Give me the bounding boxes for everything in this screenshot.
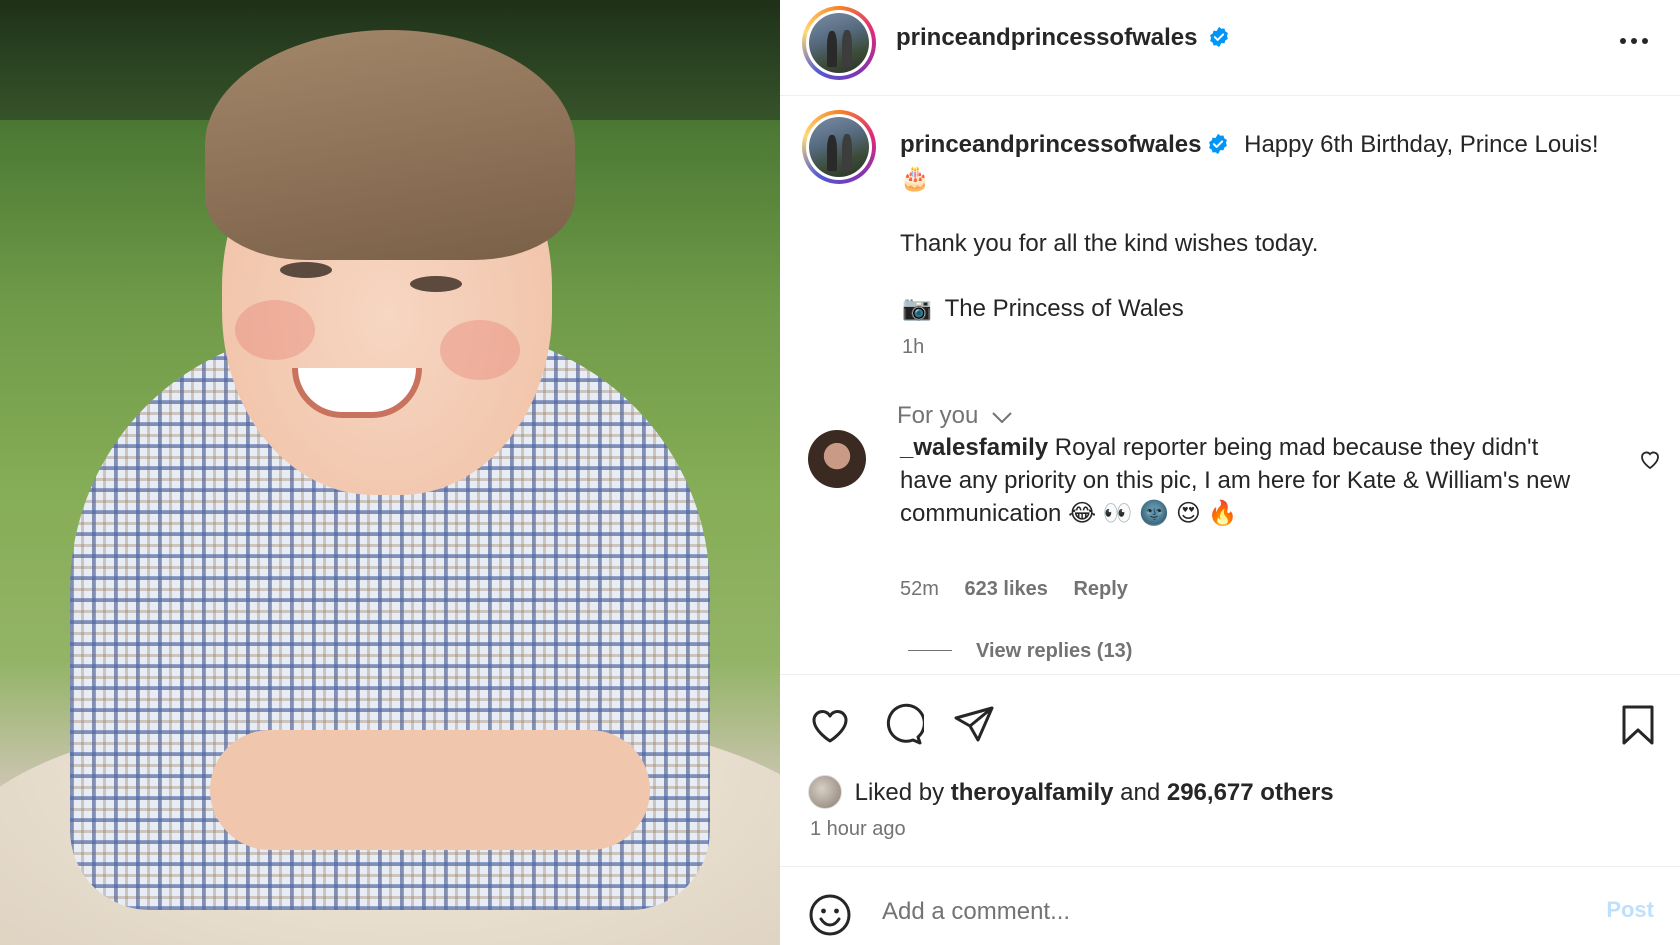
photo-credit: The Princess of Wales (944, 295, 1184, 322)
comment-meta: 52m 623 likes Reply (900, 578, 1148, 601)
caption-text: princeandprincessofwales Happy 6th Birth… (900, 128, 1640, 196)
photo-arm (210, 730, 650, 850)
header-username[interactable]: princeandprincessofwales (896, 24, 1197, 51)
liked-by-others[interactable]: 296,677 others (1167, 779, 1334, 806)
caption-line-thanks: Thank you for all the kind wishes today. (900, 230, 1319, 257)
post-timestamp[interactable]: 1 hour ago (810, 818, 906, 841)
caption-username[interactable]: princeandprincessofwales (900, 131, 1201, 158)
liker-avatar[interactable] (808, 775, 842, 809)
photo-eye-left (280, 262, 332, 278)
comment-reply-button[interactable]: Reply (1073, 578, 1127, 600)
photo-eye-right (410, 276, 462, 292)
comment-icon[interactable] (880, 703, 924, 747)
photo-cheek-right (440, 320, 520, 380)
photo-cheek-left (235, 300, 315, 360)
caption-line-credit: 📷 The Princess of Wales (902, 294, 1184, 323)
view-replies-button[interactable]: View replies (13) (908, 640, 1132, 663)
cake-emoji: 🎂 (900, 165, 930, 192)
more-icon[interactable] (1614, 26, 1654, 56)
comment-emojis: 😂 👀 🌚 😍 🔥 (1068, 500, 1238, 527)
comment-sort-dropdown[interactable]: For you (897, 402, 1013, 430)
commenter-username[interactable]: _walesfamily (900, 434, 1048, 461)
author-avatar[interactable] (802, 6, 876, 80)
sort-label: For you (897, 402, 979, 429)
comment-time: 52m (900, 578, 939, 600)
post-photo[interactable] (0, 0, 780, 945)
liked-by-and: and (1120, 779, 1161, 806)
comment-likes[interactable]: 623 likes (964, 578, 1047, 600)
commenter-avatar[interactable] (808, 430, 866, 488)
caption-timestamp[interactable]: 1h (902, 336, 924, 359)
chevron-down-icon (992, 412, 1012, 424)
replies-divider (908, 650, 952, 651)
header-author: princeandprincessofwales (896, 24, 1230, 52)
add-comment-bar: Post (780, 866, 1680, 945)
caption-message: Happy 6th Birthday, Prince Louis! (1244, 131, 1599, 158)
liked-by-user[interactable]: theroyalfamily (951, 779, 1114, 806)
post-sidebar: princeandprincessofwales princeandprince… (780, 0, 1680, 945)
comment-input[interactable] (882, 891, 1522, 933)
heart-icon[interactable] (808, 703, 852, 747)
share-icon[interactable] (952, 703, 996, 747)
photo-hair (205, 30, 575, 260)
post-actions: Liked by theroyalfamily and 296,677 othe… (780, 674, 1680, 850)
view-replies-label: View replies (13) (976, 640, 1133, 662)
verified-icon (1209, 133, 1228, 155)
verified-icon (1210, 26, 1228, 48)
bookmark-icon[interactable] (1616, 703, 1660, 747)
liked-by-line: Liked by theroyalfamily and 296,677 othe… (808, 775, 1334, 809)
smiley-icon[interactable] (808, 893, 852, 937)
camera-emoji: 📷 (902, 295, 932, 322)
caption-author-avatar[interactable] (802, 110, 876, 184)
liked-by-prefix: Liked by (854, 779, 945, 806)
post-header: princeandprincessofwales (780, 0, 1680, 96)
comment-text: _walesfamily Royal reporter being mad be… (900, 431, 1580, 530)
comment-like-heart-icon[interactable] (1638, 447, 1662, 471)
post-comment-button[interactable]: Post (1606, 897, 1654, 923)
